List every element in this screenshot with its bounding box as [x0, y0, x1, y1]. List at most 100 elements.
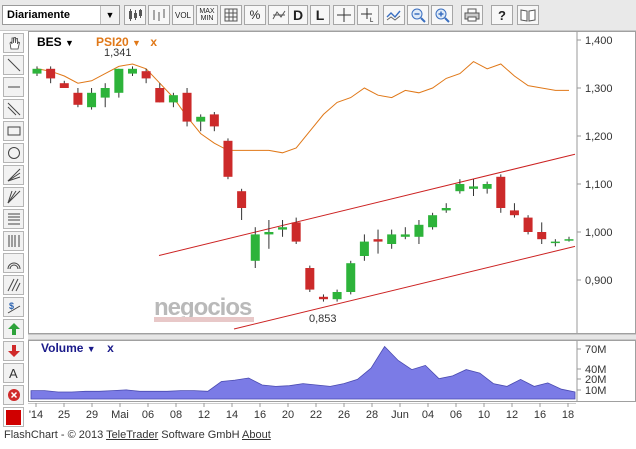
cycle-tool[interactable] — [3, 275, 24, 295]
help-button[interactable]: ? — [491, 5, 513, 25]
candlestick-icon — [129, 9, 142, 21]
candle-down — [237, 191, 247, 208]
candle-down — [209, 114, 219, 127]
crosshair-label-icon: L — [361, 8, 374, 22]
y-tick-label: 1,000 — [585, 227, 613, 239]
y-tick-label: 1,300 — [585, 83, 613, 95]
indicator-icon — [272, 10, 286, 20]
percent-button[interactable]: % — [244, 5, 266, 25]
crosshair-label-button[interactable]: L — [357, 5, 379, 25]
manual-button[interactable] — [517, 5, 539, 25]
x-tick-label: 06 — [450, 409, 462, 421]
x-tick-label: 25 — [58, 409, 70, 421]
chevron-down-icon: ▼ — [100, 6, 119, 24]
delete-icon — [7, 389, 20, 401]
watermark-logo: negocios — [154, 294, 252, 321]
sell-signal-tool[interactable] — [3, 341, 24, 361]
dollar-tool[interactable]: $ — [3, 297, 24, 317]
horizontal-line-tool[interactable] — [3, 77, 24, 97]
ohlc-chart-button[interactable] — [148, 5, 170, 25]
indicator-button[interactable] — [268, 5, 290, 25]
hand-icon — [9, 37, 20, 50]
arc-tool[interactable] — [3, 253, 24, 273]
daily-button[interactable]: D — [288, 5, 308, 25]
rectangle-icon — [7, 126, 20, 136]
candle-up — [359, 241, 369, 256]
fibonacci-tool[interactable] — [3, 209, 24, 229]
grid-button[interactable] — [220, 5, 242, 25]
maxmin-button[interactable]: MAX MIN — [196, 5, 218, 25]
fan-tool[interactable] — [3, 165, 24, 185]
y-tick-label: 1,200 — [585, 131, 613, 143]
arrow-down-icon — [7, 345, 20, 357]
candle-up — [250, 234, 260, 261]
x-tick-label: 16 — [534, 409, 546, 421]
volume-panel[interactable]: Volume ▼ x 70M 40M 20M 10M — [28, 340, 636, 402]
fan-tool-2[interactable] — [3, 187, 24, 207]
price-chart-panel[interactable]: BES ▼ PSI20 ▼ x 1,400 1,300 1,200 1,100 1,00… — [28, 31, 636, 334]
log-button[interactable]: L — [310, 5, 330, 25]
trend-line-lower — [233, 245, 576, 330]
ellipse-tool[interactable] — [3, 143, 24, 163]
delete-tool[interactable] — [3, 385, 24, 405]
draw-mode-button[interactable] — [383, 5, 405, 25]
candle-up — [278, 227, 288, 230]
candle-down — [141, 71, 151, 79]
volume-chart: 70M40M20M10M — [30, 341, 606, 401]
volume-button[interactable]: VOL — [172, 5, 194, 25]
x-tick-label: Mai — [111, 409, 129, 421]
candle-up — [400, 234, 410, 237]
letter-a-icon: A — [9, 366, 18, 380]
period-select[interactable]: Diariamente ▼ — [2, 5, 120, 25]
candlestick-chart-button[interactable] — [124, 5, 146, 25]
maxmin-bottom: MIN — [200, 15, 214, 22]
buy-signal-tool[interactable] — [3, 319, 24, 339]
fan-lines-2-icon — [7, 190, 20, 204]
candle-down — [305, 268, 315, 290]
color-picker[interactable] — [3, 407, 24, 427]
about-link[interactable]: About — [242, 429, 271, 441]
period-select-label: Diariamente — [7, 9, 70, 21]
candle-up — [387, 234, 397, 244]
zoom-in-button[interactable] — [431, 5, 453, 25]
dollar-icon: $ — [7, 301, 20, 314]
drawing-tools-sidebar: $ A — [0, 31, 26, 431]
print-button[interactable] — [461, 5, 483, 25]
pan-tool[interactable] — [3, 33, 24, 53]
gann-tool[interactable] — [3, 231, 24, 251]
circle-icon — [7, 147, 20, 159]
x-tick-label: 28 — [366, 409, 378, 421]
candle-down — [182, 92, 192, 122]
x-tick-label: Jun — [391, 409, 409, 421]
diagonal-line-icon — [7, 58, 20, 72]
volume-tick-label: 70M — [585, 344, 606, 356]
svg-text:A: A — [9, 366, 18, 380]
candle-up — [100, 88, 110, 98]
x-tick-label: 14 — [226, 409, 238, 421]
company-link[interactable]: TeleTrader — [106, 429, 158, 441]
candle-down — [373, 239, 383, 242]
zoom-out-button[interactable] — [407, 5, 429, 25]
crosshair-button[interactable] — [333, 5, 355, 25]
x-tick-label: 06 — [142, 409, 154, 421]
y-tick-label: 1,400 — [585, 35, 613, 47]
line-tool[interactable] — [3, 55, 24, 75]
zoom-in-icon — [435, 8, 450, 23]
x-tick-label: 26 — [338, 409, 350, 421]
fibonacci-icon — [7, 213, 20, 225]
x-tick-label: 10 — [478, 409, 490, 421]
candle-down — [223, 140, 233, 177]
color-swatch-icon — [6, 409, 21, 425]
slant-lines-icon — [7, 278, 20, 292]
ohlc-icon — [153, 9, 165, 21]
candle-up — [32, 68, 42, 74]
candle-up — [264, 232, 274, 235]
rectangle-tool[interactable] — [3, 121, 24, 141]
parallel-channel-tool[interactable] — [3, 99, 24, 119]
x-tick-label: 04 — [422, 409, 434, 421]
text-tool[interactable]: A — [3, 363, 24, 383]
candle-up — [469, 186, 479, 189]
candle-up — [441, 208, 451, 211]
x-tick-label: 08 — [170, 409, 182, 421]
candle-up — [332, 292, 342, 300]
